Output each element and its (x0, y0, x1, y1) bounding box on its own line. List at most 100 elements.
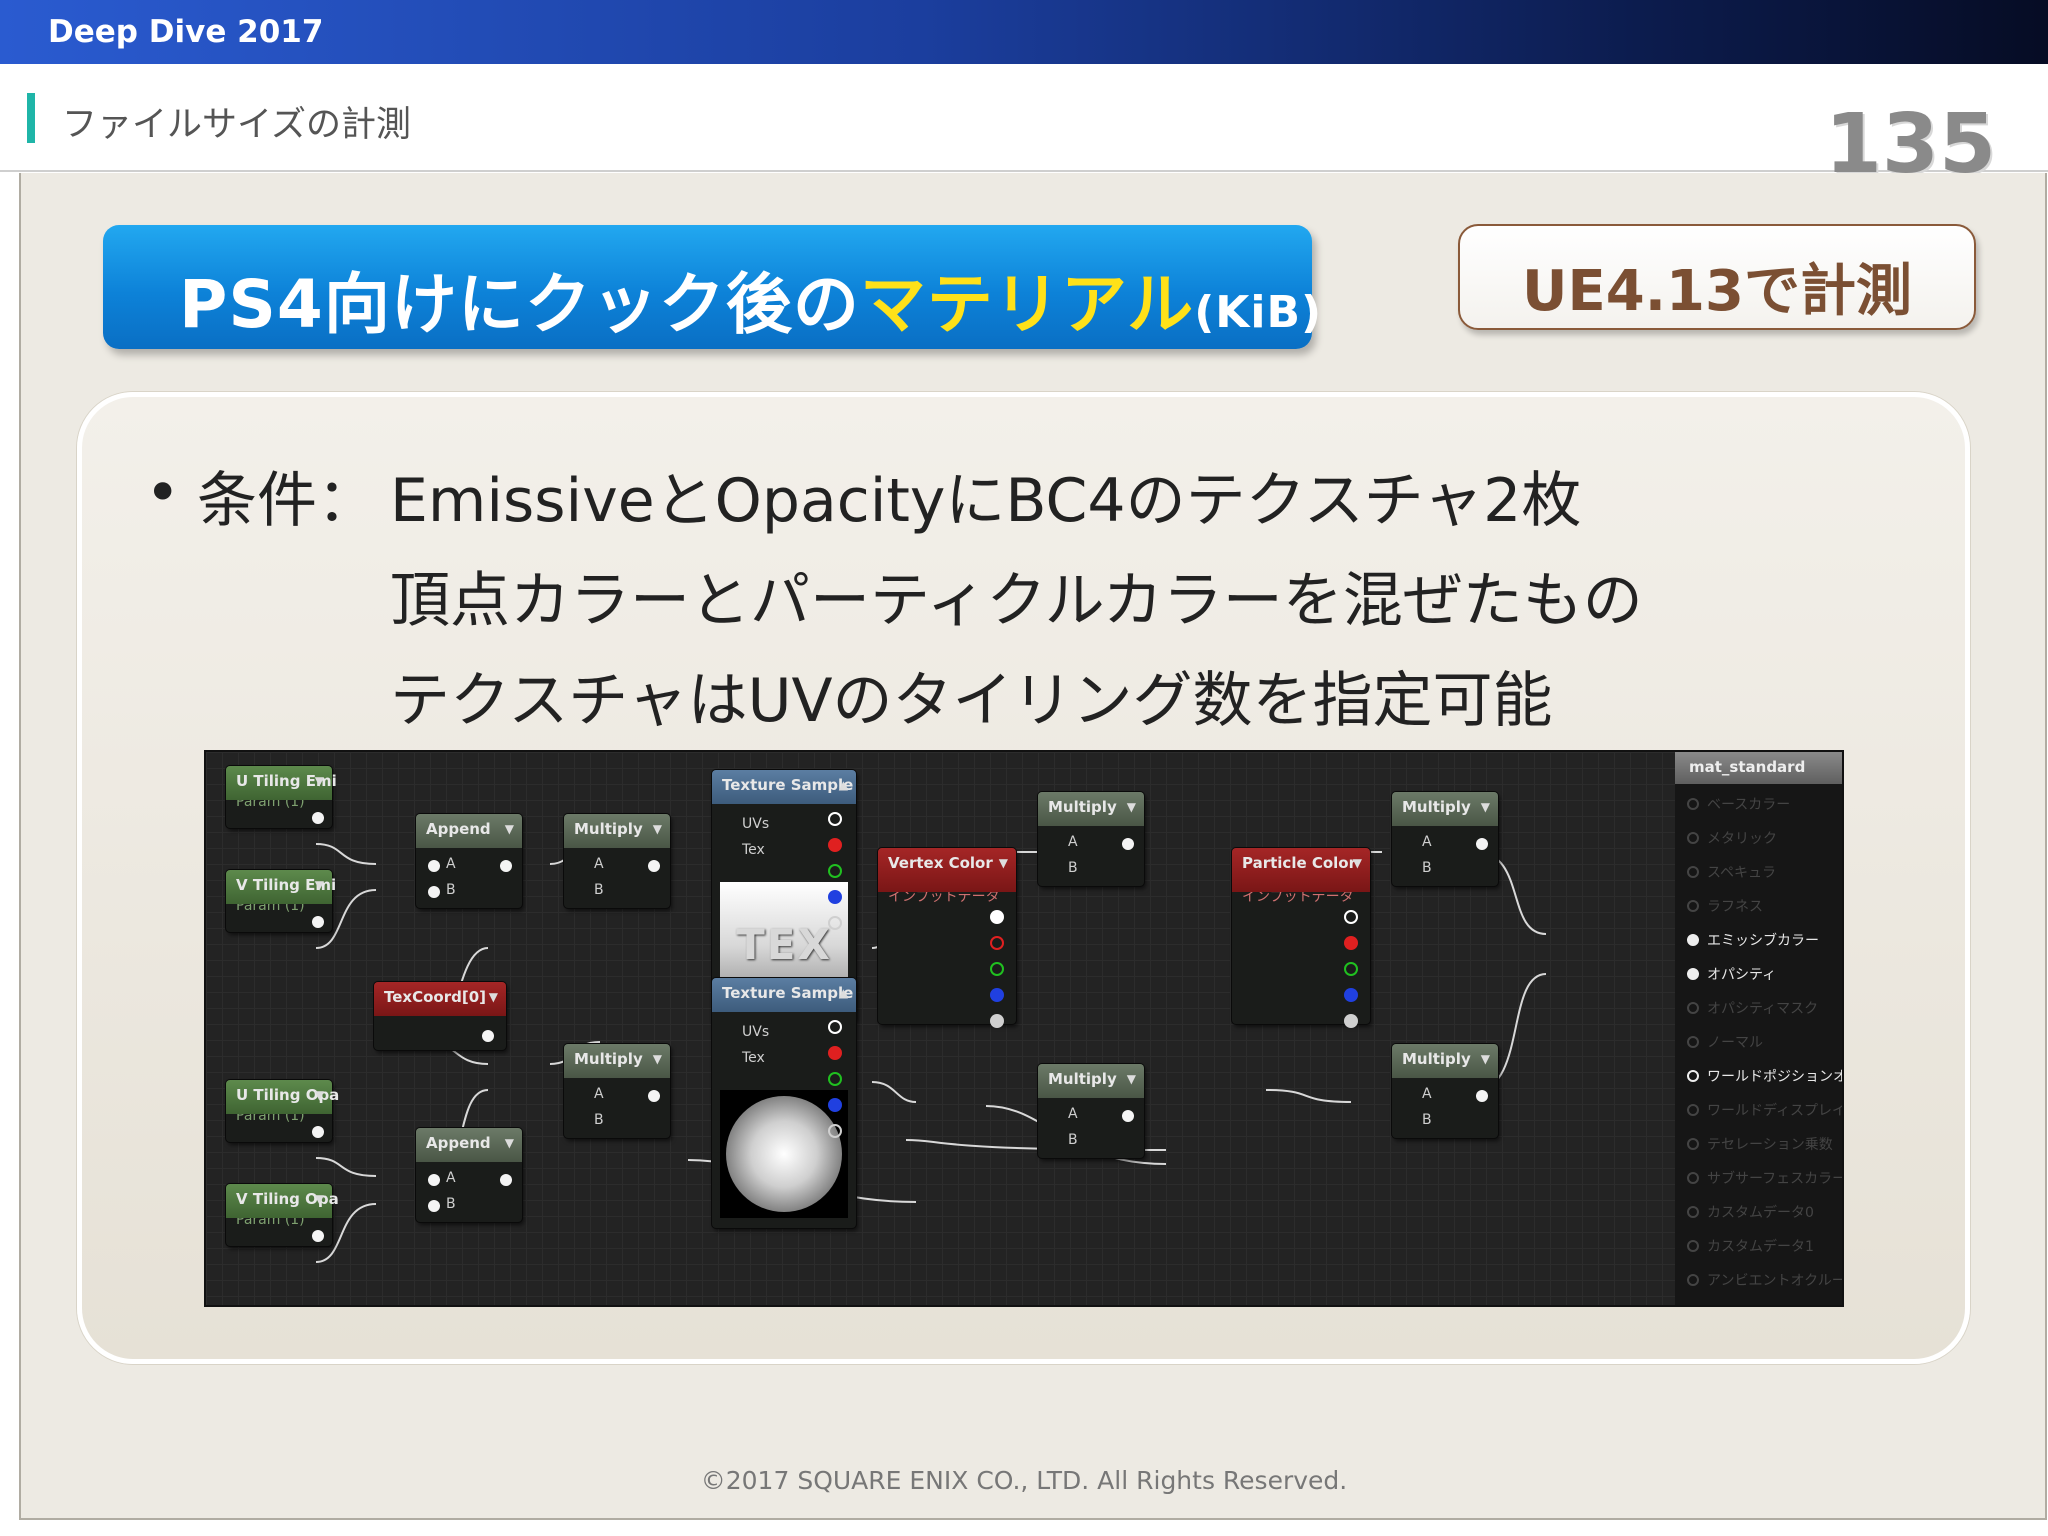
pin-label-b: B (1422, 860, 1432, 876)
header-accent-bar (27, 93, 35, 143)
node-append-2: Append ▼ A B (416, 1128, 522, 1222)
chevron-down-icon: ▼ (314, 878, 324, 892)
channel-pin-icon (828, 812, 842, 826)
node-multiply-2-title: Multiply ▼ (564, 1044, 670, 1078)
node-vertex-color: Vertex Color ▼ インプットデータ (878, 848, 1016, 1028)
material-input-label: メタリック (1707, 831, 1777, 847)
node-vertex-color-title: Vertex Color ▼ (878, 848, 1016, 892)
material-pin-icon (1687, 798, 1699, 810)
material-pin-icon (1687, 1172, 1699, 1184)
chevron-down-icon: ▼ (488, 990, 498, 1004)
chevron-up-icon: ▲ (838, 778, 848, 792)
pin-label-a: A (1068, 1106, 1078, 1122)
node-append-1: Append ▼ A B (416, 814, 522, 908)
material-input-row: オパシティ (1687, 964, 1776, 984)
material-input-row: メタリック (1687, 828, 1777, 848)
channel-pin-icon (1344, 910, 1358, 924)
output-pin-icon (312, 1126, 324, 1138)
material-input-label: スペキュラ (1707, 865, 1777, 881)
conditions-prefix: 条件： (197, 466, 377, 536)
pin-label-b: B (1068, 860, 1078, 876)
channel-pin-icon (828, 1072, 842, 1086)
node-u-tiling-emi-title: U Tiling Emi ▼ (226, 766, 337, 800)
material-input-row: テセレーション乗数 (1687, 1134, 1833, 1154)
node-multiply-5: Multiply ▼ A B (1392, 792, 1498, 886)
material-output-title: mat_standard (1675, 752, 1842, 784)
material-input-row: ワールドディスプレイスメント (1687, 1100, 1842, 1120)
output-pin-icon (312, 1230, 324, 1242)
channel-pin-icon (828, 864, 842, 878)
pin-label-b: B (1068, 1132, 1078, 1148)
channel-pin-icon (828, 916, 842, 930)
material-input-label: カスタムデータ0 (1707, 1205, 1814, 1221)
material-graph-screenshot: U Tiling Emi ▼ Param (1) V Tiling Emi ▼ Pa… (204, 750, 1844, 1307)
brand-label: Deep Dive 2017 (48, 14, 324, 50)
pin-label-b: B (446, 882, 456, 898)
material-input-row: エミッシブカラー (1687, 930, 1819, 950)
pin-label-a: A (1422, 834, 1432, 850)
header-title: ファイルサイズの計測 (62, 105, 411, 145)
material-input-row: ノーマル (1687, 1032, 1763, 1052)
pin-label-a: A (446, 1170, 456, 1186)
material-input-row: オパシティマスク (1687, 998, 1818, 1018)
node-multiply-4: Multiply ▼ A B (1038, 1064, 1144, 1158)
node-texture-sample-2: Texture Sample ▲ UVs Tex (712, 978, 856, 1228)
chevron-down-icon: ▼ (314, 1088, 324, 1102)
channel-pin-icon (990, 962, 1004, 976)
main-title-prefix: PS4向けにクック後の (179, 266, 860, 343)
chevron-down-icon: ▼ (1352, 856, 1362, 870)
input-pin-icon (428, 886, 440, 898)
material-input-label: ラフネス (1707, 899, 1763, 915)
output-pin-icon (482, 1030, 494, 1042)
chevron-down-icon: ▼ (314, 774, 324, 788)
material-input-row: サブサーフェスカラー (1687, 1168, 1842, 1188)
node-multiply-3-title: Multiply ▼ (1038, 792, 1144, 826)
output-pin-icon (500, 860, 512, 872)
pin-label-tex: Tex (742, 842, 765, 858)
material-pin-icon (1687, 1206, 1699, 1218)
main-title-box: PS4向けにクック後のマテリアル(KiB) (103, 225, 1321, 349)
output-pin-icon (1122, 838, 1134, 850)
material-pin-icon (1687, 832, 1699, 844)
node-multiply-4-title: Multiply ▼ (1038, 1064, 1144, 1098)
chevron-down-icon: ▼ (314, 1192, 324, 1206)
material-input-label: オパシティマスク (1707, 1001, 1819, 1017)
material-pin-icon (1687, 866, 1699, 878)
material-input-row: スペキュラ (1687, 862, 1776, 882)
chevron-down-icon: ▼ (1480, 800, 1490, 814)
channel-pin-icon (990, 1014, 1004, 1028)
material-pin-icon (1687, 1104, 1699, 1116)
material-output-node: mat_standard ベースカラー メタリック スペキュラ ラフネス エミッシブカラ… (1675, 752, 1844, 1305)
pin-label-a: A (446, 856, 456, 872)
node-multiply-6-title: Multiply ▼ (1392, 1044, 1498, 1078)
output-pin-icon (1476, 1090, 1488, 1102)
pin-label-a: A (1422, 1086, 1432, 1102)
output-pin-icon (648, 1090, 660, 1102)
channel-pin-icon (828, 1124, 842, 1138)
material-pin-icon (1687, 968, 1699, 980)
main-title-unit: (KiB) (1194, 287, 1323, 338)
channel-pin-icon (828, 838, 842, 852)
node-multiply-6: Multiply ▼ A B (1392, 1044, 1498, 1138)
node-texcoord: TexCoord[0] ▼ (374, 982, 506, 1050)
pin-label-b: B (446, 1196, 456, 1212)
pin-label-b: B (594, 1112, 604, 1128)
node-u-tiling-emi: U Tiling Emi ▼ Param (1) (226, 766, 337, 828)
material-pin-icon (1687, 1274, 1699, 1286)
pin-label-a: A (594, 1086, 604, 1102)
node-multiply-3: Multiply ▼ A B (1038, 792, 1144, 886)
node-v-tiling-opa-title: V Tiling Opa ▼ (226, 1184, 339, 1218)
node-v-tiling-emi-title: V Tiling Emi ▼ (226, 870, 336, 904)
chevron-down-icon: ▼ (998, 856, 1008, 870)
channel-pin-icon (828, 1046, 842, 1060)
output-pin-icon (312, 812, 324, 824)
channel-pin-icon (1344, 1014, 1358, 1028)
chevron-down-icon: ▼ (652, 1052, 662, 1066)
material-pin-icon (1687, 1002, 1699, 1014)
material-input-label: アンビエントオクルージョン (1707, 1273, 1842, 1289)
node-v-tiling-opa: V Tiling Opa ▼ Param (1) (226, 1184, 339, 1246)
material-input-row: ワールドポジションオフセット (1687, 1066, 1844, 1086)
chevron-down-icon: ▼ (1126, 800, 1136, 814)
material-input-label: カスタムデータ1 (1707, 1239, 1814, 1255)
material-input-label: ワールドポジションオフセット (1707, 1069, 1844, 1085)
